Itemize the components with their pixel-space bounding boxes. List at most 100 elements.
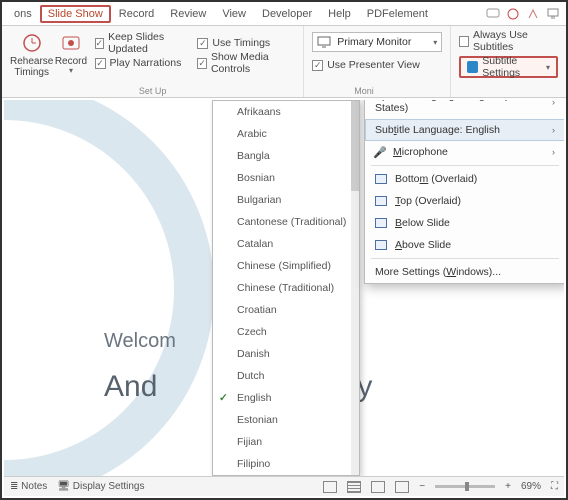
sorter-view-icon[interactable] (347, 481, 361, 493)
always-subtitles-checkbox[interactable]: Always Use Subtitles (459, 32, 558, 50)
present-icon[interactable] (546, 7, 560, 21)
tab-developer[interactable]: Developer (254, 5, 320, 23)
language-option[interactable]: Danish (213, 343, 359, 365)
slide-text-and-frag: And (104, 370, 157, 404)
fit-to-window-button[interactable]: ⛶ (551, 481, 558, 492)
ribbon-tabs: ons Slide Show Record Review View Develo… (2, 2, 566, 26)
checkbox-unchecked-icon (459, 36, 469, 47)
subtitle-settings-button[interactable]: Subtitle Settings ▾ (459, 56, 558, 78)
zoom-in-button[interactable]: + (505, 481, 511, 492)
tab-transitions-frag[interactable]: ons (6, 5, 40, 23)
language-option[interactable]: Catalan (213, 233, 359, 255)
language-option[interactable]: Bangla (213, 145, 359, 167)
menu-above-label: Above Slide (395, 239, 451, 251)
use-timings-checkbox[interactable]: Use Timings (197, 34, 289, 52)
tab-slideshow[interactable]: Slide Show (40, 5, 111, 23)
menu-separator (371, 165, 559, 166)
language-option[interactable]: Fijian (213, 431, 359, 453)
reading-view-icon[interactable] (371, 481, 385, 493)
menu-top-label: Top (Overlaid) (395, 195, 461, 207)
tab-help[interactable]: Help (320, 5, 359, 23)
menu-above-slide[interactable]: Above Slide (365, 234, 564, 256)
slide-text-welcome-frag: Welcom (104, 330, 176, 353)
tab-review[interactable]: Review (162, 5, 214, 23)
checkbox-checked-icon (197, 38, 208, 49)
menu-microphone[interactable]: 🎤 Microphone › (365, 141, 564, 163)
share-icon[interactable] (526, 7, 540, 21)
monitor-icon (317, 36, 331, 48)
slide-area: Welcom And any AfrikaansArabicBanglaBosn… (4, 100, 564, 476)
rehearse-label2: Timings (14, 67, 49, 78)
menu-subtitle-language[interactable]: Subtitle Language: English › (365, 119, 564, 141)
language-option[interactable]: Afrikaans (213, 101, 359, 123)
tab-pdfelement[interactable]: PDFelement (359, 5, 436, 23)
show-media-checkbox[interactable]: Show Media Controls (197, 54, 289, 72)
menu-spoken-label: Spoken Language: English (United States) (375, 100, 544, 114)
menu-below-slide[interactable]: Below Slide (365, 212, 564, 234)
zoom-out-button[interactable]: − (419, 481, 425, 492)
show-media-label: Show Media Controls (211, 51, 289, 75)
checkbox-checked-icon (197, 58, 207, 69)
language-option[interactable]: English (213, 387, 359, 409)
record-circle-icon[interactable] (506, 7, 520, 21)
language-option[interactable]: Bosnian (213, 167, 359, 189)
group-setup-label: Set Up (2, 86, 303, 96)
status-bar: ≣ Notes 🖥 Display Settings − + 69% ⛶ (4, 476, 564, 496)
chevron-down-icon: ▾ (546, 63, 550, 72)
keep-slides-updated-checkbox[interactable]: Keep Slides Updated (95, 34, 186, 52)
display-settings-button[interactable]: 🖥 Display Settings (57, 481, 144, 492)
notes-button[interactable]: ≣ Notes (10, 481, 47, 492)
keep-slides-updated-label: Keep Slides Updated (108, 31, 185, 55)
checkbox-checked-icon (95, 58, 106, 69)
chevron-down-icon: ▾ (433, 38, 437, 47)
zoom-slider[interactable] (435, 485, 495, 488)
play-narrations-label: Play Narrations (110, 57, 182, 69)
language-option[interactable]: Chinese (Simplified) (213, 255, 359, 277)
play-narrations-checkbox[interactable]: Play Narrations (95, 54, 186, 72)
position-icon (375, 174, 387, 184)
record-icon (60, 32, 82, 54)
menu-spoken-language[interactable]: Spoken Language: English (United States)… (365, 100, 564, 119)
tab-view[interactable]: View (214, 5, 254, 23)
checkbox-checked-icon (95, 38, 105, 49)
subtitle-settings-menu: Spoken Language: English (United States)… (364, 100, 564, 284)
checkbox-checked-icon (312, 60, 323, 71)
language-option[interactable]: Estonian (213, 409, 359, 431)
subtitle-settings-label: Subtitle Settings (482, 55, 542, 79)
scrollbar-thumb[interactable] (351, 101, 359, 191)
language-option[interactable]: Czech (213, 321, 359, 343)
menu-top-overlaid[interactable]: Top (Overlaid) (365, 190, 564, 212)
use-presenter-checkbox[interactable]: Use Presenter View (312, 56, 442, 74)
comments-icon[interactable] (486, 7, 500, 21)
language-option[interactable]: Chinese (Traditional) (213, 277, 359, 299)
menu-bottom-overlaid[interactable]: Bottom (Overlaid) (365, 168, 564, 190)
subtitle-language-list[interactable]: AfrikaansArabicBanglaBosnianBulgarianCan… (212, 100, 360, 476)
always-subtitles-label: Always Use Subtitles (473, 29, 558, 53)
use-presenter-label: Use Presenter View (327, 59, 420, 71)
decorative-circle (4, 100, 214, 476)
language-option[interactable]: Bulgarian (213, 189, 359, 211)
group-monitors: Primary Monitor ▾ Use Presenter View Mon… (304, 26, 451, 97)
language-option[interactable]: Croatian (213, 299, 359, 321)
menu-bottom-label: Bottom (Overlaid) (395, 173, 477, 185)
scrollbar[interactable] (351, 101, 359, 475)
language-option[interactable]: Arabic (213, 123, 359, 145)
chevron-right-icon: › (552, 147, 555, 157)
chevron-right-icon: › (552, 100, 555, 107)
language-option[interactable]: Cantonese (Traditional) (213, 211, 359, 233)
tab-record[interactable]: Record (111, 5, 162, 23)
slideshow-view-icon[interactable] (395, 481, 409, 493)
menu-more-settings[interactable]: More Settings (Windows)... (365, 261, 564, 283)
ribbon: Rehearse Timings Record ▾ Keep Slides Up… (2, 26, 566, 98)
chevron-down-icon: ▾ (69, 67, 73, 76)
position-icon (375, 196, 387, 206)
menu-subtitle-label: Subtitle Language: English (375, 124, 500, 136)
monitor-dropdown[interactable]: Primary Monitor ▾ (312, 32, 442, 52)
language-option[interactable]: Filipino (213, 453, 359, 475)
zoom-level[interactable]: 69% (521, 481, 541, 492)
language-option[interactable]: Dutch (213, 365, 359, 387)
group-captions: Always Use Subtitles Subtitle Settings ▾ (451, 26, 566, 97)
normal-view-icon[interactable] (323, 481, 337, 493)
cc-icon (467, 61, 478, 73)
menu-microphone-label: Microphone (393, 146, 448, 158)
